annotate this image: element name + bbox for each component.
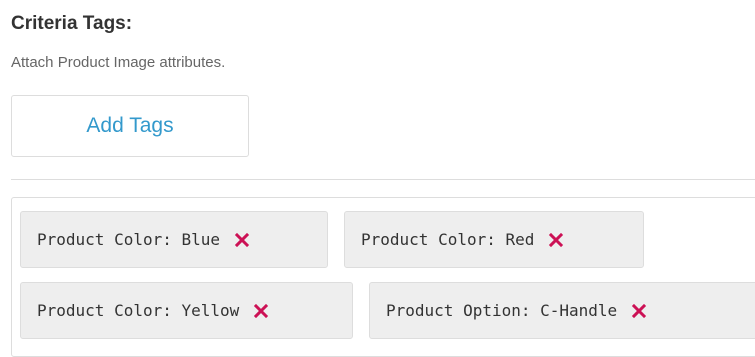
tag-label: Product Color: Blue	[37, 230, 221, 249]
tag-item: Product Color: Red	[344, 211, 644, 268]
close-icon[interactable]	[546, 230, 566, 250]
tag-item: Product Color: Blue	[20, 211, 328, 268]
close-icon[interactable]	[629, 301, 649, 321]
section-divider	[11, 179, 755, 180]
close-icon[interactable]	[251, 301, 271, 321]
criteria-tags-description: Attach Product Image attributes.	[11, 54, 226, 71]
add-tags-button[interactable]: Add Tags	[11, 95, 249, 157]
close-icon[interactable]	[232, 230, 252, 250]
tag-label: Product Option: C-Handle	[386, 301, 618, 320]
tag-list: Product Color: Blue Product Color: Red P…	[11, 197, 755, 357]
tag-item: Product Color: Yellow	[20, 282, 353, 339]
criteria-tags-title: Criteria Tags:	[11, 13, 133, 34]
tag-label: Product Color: Red	[361, 230, 535, 249]
tag-label: Product Color: Yellow	[37, 301, 240, 320]
tag-item: Product Option: C-Handle	[369, 282, 755, 339]
